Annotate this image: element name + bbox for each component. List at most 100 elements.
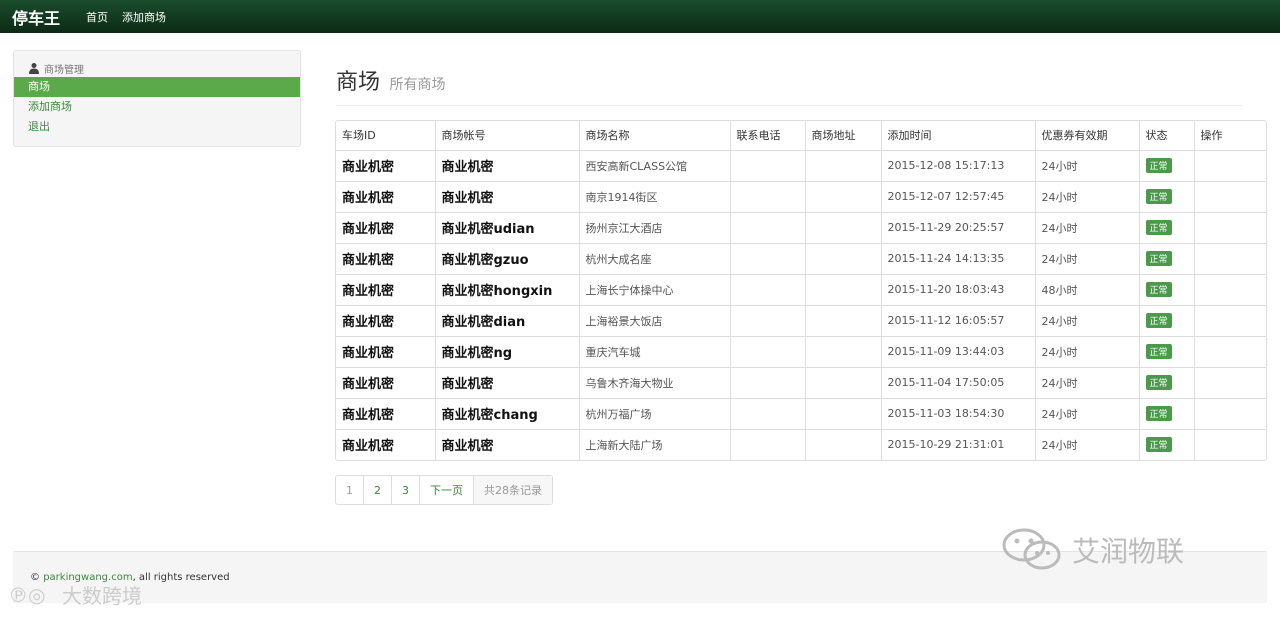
cell-mall-name: 南京1914街区 (578, 180, 730, 212)
nav-home-link[interactable]: 首页 (86, 9, 108, 25)
cell-actions (1193, 242, 1266, 274)
cell-status: 正常 (1138, 428, 1194, 460)
user-icon (29, 63, 39, 74)
cell-mall-name: 西安高新CLASS公馆 (578, 149, 730, 181)
cell-coupon-validity: 24小时 (1034, 428, 1139, 460)
cell-park-id: 商业机密 (336, 211, 435, 243)
cell-coupon-validity: 24小时 (1034, 149, 1139, 181)
cell-coupon-validity: 24小时 (1034, 304, 1139, 336)
watermark-left: ℗◎ 大数跨境 (8, 580, 142, 609)
cell-address (804, 211, 881, 243)
cell-coupon-validity: 24小时 (1034, 242, 1139, 274)
table-header-row: 车场ID 商场帐号 商场名称 联系电话 商场地址 添加时间 优惠券有效期 状态 … (336, 121, 1266, 150)
cell-status: 正常 (1138, 211, 1194, 243)
page-1-button[interactable]: 1 (336, 476, 363, 504)
cell-account: 商业机密udian (434, 211, 579, 243)
cell-phone (729, 428, 805, 460)
cell-address (804, 149, 881, 181)
cell-mall-name: 杭州万福广场 (578, 397, 730, 429)
table-row: 商业机密 商业机密 西安高新CLASS公馆 2015-12-08 15:17:13 24… (336, 149, 1266, 181)
table-row: 商业机密 商业机密dian 上海裕景大饭店 2015-11-12 16:05:57 24… (336, 304, 1266, 336)
sidebar: 商场管理 商场 添加商场 退出 (13, 50, 301, 147)
cell-coupon-validity: 24小时 (1034, 366, 1139, 398)
sidebar-item-add-mall[interactable]: 添加商场 (14, 97, 300, 117)
cell-added-time: 2015-11-04 17:50:05 (880, 366, 1035, 398)
page-title: 商场 (336, 70, 381, 95)
cell-address (804, 242, 881, 274)
status-badge: 正常 (1145, 437, 1172, 453)
cell-mall-name: 上海长宁体操中心 (578, 273, 730, 305)
table-row: 商业机密 商业机密chang 杭州万福广场 2015-11-03 18:54:30 24… (336, 397, 1266, 429)
cell-actions (1193, 180, 1266, 212)
cell-park-id: 商业机密 (336, 428, 435, 460)
cell-added-time: 2015-11-12 16:05:57 (880, 304, 1035, 336)
nav-add-mall-link[interactable]: 添加商场 (122, 9, 166, 25)
cell-mall-name: 扬州京江大酒店 (578, 211, 730, 243)
cell-account: 商业机密gzuo (434, 242, 579, 274)
sidebar-header: 商场管理 (14, 59, 300, 77)
cell-actions (1193, 273, 1266, 305)
cell-phone (729, 211, 805, 243)
mall-table-container: 车场ID 商场帐号 商场名称 联系电话 商场地址 添加时间 优惠券有效期 状态 … (335, 120, 1267, 461)
cell-status: 正常 (1138, 180, 1194, 212)
col-header-status: 状态 (1138, 121, 1194, 150)
next-page-button[interactable]: 下一页 (419, 476, 473, 504)
pagination: 1 2 3 下一页 共28条记录 (335, 475, 553, 505)
footer-rights: , all rights reserved (132, 572, 230, 583)
page-2-button[interactable]: 2 (363, 476, 391, 504)
cell-address (804, 180, 881, 212)
cell-coupon-validity: 24小时 (1034, 180, 1139, 212)
cell-actions (1193, 428, 1266, 460)
status-badge: 正常 (1145, 344, 1172, 359)
cell-actions (1193, 211, 1266, 243)
cell-actions (1193, 397, 1266, 429)
cell-phone (729, 335, 805, 367)
cell-phone (729, 273, 805, 305)
cell-address (804, 335, 881, 367)
cell-mall-name: 重庆汽车城 (578, 335, 730, 367)
cell-coupon-validity: 24小时 (1034, 211, 1139, 243)
cell-coupon-validity: 24小时 (1034, 335, 1139, 367)
cell-phone (729, 397, 805, 429)
sidebar-item-logout[interactable]: 退出 (14, 117, 300, 137)
col-header-mall-name: 商场名称 (578, 121, 730, 150)
cell-account: 商业机密ng (434, 335, 579, 367)
cell-added-time: 2015-12-08 15:17:13 (880, 149, 1035, 181)
cell-park-id: 商业机密 (336, 304, 435, 336)
cell-actions (1193, 366, 1266, 398)
brand-mark-icon: ℗◎ (8, 583, 45, 607)
cell-address (804, 304, 881, 336)
cell-added-time: 2015-10-29 21:31:01 (880, 428, 1035, 460)
page-subtitle: 所有商场 (389, 77, 446, 93)
table-row: 商业机密 商业机密ng 重庆汽车城 2015-11-09 13:44:03 24小时 正常 (336, 335, 1266, 367)
watermark-right-text: 艾润物联 (1072, 535, 1185, 568)
table-row: 商业机密 商业机密 南京1914街区 2015-12-07 12:57:45 24小时正… (336, 180, 1266, 212)
cell-added-time: 2015-11-20 18:03:43 (880, 273, 1035, 305)
cell-status: 正常 (1138, 149, 1194, 181)
sidebar-item-malls[interactable]: 商场 (14, 77, 300, 97)
col-header-phone: 联系电话 (729, 121, 805, 150)
cell-park-id: 商业机密 (336, 397, 435, 429)
brand-logo[interactable]: 停车王 (12, 5, 60, 29)
col-header-park-id: 车场ID (342, 129, 376, 143)
status-badge: 正常 (1145, 313, 1172, 328)
status-badge: 正常 (1145, 158, 1172, 173)
status-badge: 正常 (1145, 251, 1172, 266)
cell-phone (729, 242, 805, 274)
cell-coupon-validity: 24小时 (1034, 397, 1139, 429)
cell-park-id: 商业机密 (336, 149, 435, 181)
cell-mall-name: 上海裕景大饭店 (578, 304, 730, 336)
col-header-actions: 操作 (1193, 121, 1266, 150)
cell-status: 正常 (1138, 242, 1194, 274)
cell-phone (729, 180, 805, 212)
cell-actions (1193, 335, 1266, 367)
cell-address (804, 397, 881, 429)
page-3-button[interactable]: 3 (391, 476, 419, 504)
cell-mall-name: 上海新大陆广场 (578, 428, 730, 460)
mall-table: 车场ID 商场帐号 商场名称 联系电话 商场地址 添加时间 优惠券有效期 状态 … (336, 121, 1266, 460)
cell-phone (729, 304, 805, 336)
cell-mall-name: 乌鲁木齐海大物业 (578, 366, 730, 398)
total-records: 共28条记录 (473, 476, 552, 504)
table-row: 商业机密 商业机密 乌鲁木齐海大物业 2015-11-04 17:50:05 24小时正… (336, 366, 1266, 398)
sidebar-header-label: 商场管理 (44, 64, 84, 76)
